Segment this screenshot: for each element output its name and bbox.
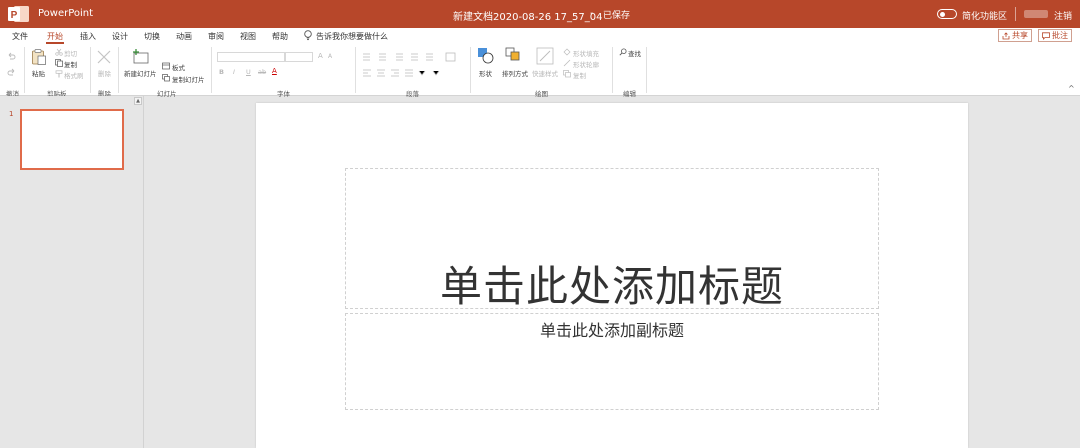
italic-button[interactable]: I [233, 68, 235, 76]
tab-help[interactable]: 帮助 [272, 31, 288, 42]
comments-label: 批注 [1052, 31, 1068, 40]
delete-icon[interactable] [97, 50, 111, 64]
ribbon-separator [355, 47, 356, 93]
simplified-ribbon-toggle[interactable] [937, 9, 957, 19]
ribbon: 撤消 粘贴 剪切 复制 格式刷 剪贴板 删除 删除 新建幻灯片 板式 复制幻灯片… [0, 44, 1080, 98]
shape-duplicate-label[interactable]: 复制 [573, 70, 586, 80]
shape-duplicate-icon[interactable] [563, 70, 571, 78]
tab-transitions[interactable]: 切换 [144, 31, 160, 42]
simplified-ribbon-label: 简化功能区 [962, 12, 1008, 22]
duplicate-slide-icon[interactable] [162, 74, 170, 82]
svg-text:P: P [11, 10, 18, 21]
titlebar-divider [1015, 7, 1016, 21]
app-name: PowerPoint [38, 8, 94, 19]
subtitle-placeholder[interactable]: 单击此处添加副标题 [345, 313, 879, 410]
menu-tabs: 文件 开始 插入 设计 切换 动画 审阅 视图 帮助 告诉我你想要做什么 共享 … [0, 28, 1080, 44]
ribbon-separator [646, 47, 647, 93]
cut-label[interactable]: 剪切 [64, 48, 77, 58]
tell-me-input[interactable]: 告诉我你想要做什么 [316, 31, 388, 42]
shape-outline-label[interactable]: 形状轮廓 [573, 59, 599, 69]
undo-icon[interactable] [7, 52, 16, 61]
ribbon-separator [470, 47, 471, 93]
format-painter-icon[interactable] [55, 70, 63, 78]
comment-icon [1042, 31, 1050, 40]
tab-design[interactable]: 设计 [112, 31, 128, 42]
drawing-group-label: 绘图 [535, 90, 548, 98]
share-icon [1002, 31, 1010, 39]
title-placeholder-text: 单击此处添加标题 [439, 262, 784, 311]
layout-icon[interactable] [162, 62, 170, 70]
tab-review[interactable]: 审阅 [208, 31, 224, 42]
slide-thumbnail[interactable] [20, 109, 124, 170]
underline-button[interactable]: U [246, 68, 251, 76]
font-group-label: 字体 [277, 90, 290, 98]
share-button[interactable]: 共享 [998, 29, 1032, 42]
document-title[interactable]: 新建文档2020-08-26 17_57_04 [453, 8, 602, 23]
font-color-button[interactable]: A [272, 67, 277, 75]
strikethrough-button[interactable]: ab [258, 68, 266, 76]
paragraph-group-label: 段落 [406, 90, 419, 98]
ribbon-separator [118, 47, 119, 93]
cut-icon[interactable] [55, 48, 63, 56]
editing-group-label: 编辑 [623, 90, 636, 98]
save-status: 已保存 [603, 11, 631, 21]
tab-file[interactable]: 文件 [12, 31, 28, 42]
title-separator: - [590, 8, 594, 19]
quick-styles-icon[interactable] [536, 47, 554, 65]
tab-home[interactable]: 开始 [47, 31, 63, 42]
arrange-label[interactable]: 排列方式 [502, 68, 528, 78]
powerpoint-logo-icon: P [8, 6, 29, 22]
tab-insert[interactable]: 插入 [80, 31, 96, 42]
ribbon-separator [90, 47, 91, 93]
new-slide-label[interactable]: 新建幻灯片 [124, 68, 157, 78]
format-painter-label[interactable]: 格式刷 [64, 70, 84, 80]
shape-outline-icon[interactable] [563, 59, 571, 67]
search-icon[interactable] [619, 48, 627, 56]
ribbon-separator [612, 47, 613, 93]
ribbon-separator [211, 47, 212, 93]
tab-animations[interactable]: 动画 [176, 31, 192, 42]
arrange-icon[interactable] [505, 47, 522, 64]
tab-view[interactable]: 视图 [240, 31, 256, 42]
paragraph-list-icons[interactable] [362, 52, 462, 62]
shrink-font-button[interactable]: A [328, 53, 332, 60]
thumbnail-scroll-up-button[interactable]: ▲ [134, 97, 142, 105]
lightbulb-icon [304, 30, 312, 41]
slides-group-label: 幻灯片 [157, 90, 177, 98]
duplicate-slide-label[interactable]: 复制幻灯片 [172, 74, 205, 84]
new-slide-icon[interactable] [132, 48, 150, 64]
copy-icon[interactable] [55, 59, 63, 67]
ribbon-separator [24, 47, 25, 93]
grow-font-button[interactable]: A [318, 52, 323, 60]
redo-icon[interactable] [7, 68, 16, 77]
paste-icon[interactable] [31, 48, 47, 66]
title-bar: P PowerPoint 新建文档2020-08-26 17_57_04 - 已… [0, 0, 1080, 28]
font-name-dropdown[interactable] [217, 52, 285, 62]
shapes-icon[interactable] [477, 47, 494, 64]
copy-label[interactable]: 复制 [64, 59, 77, 69]
collapse-ribbon-icon[interactable]: ^ [1068, 84, 1075, 93]
paste-label[interactable]: 粘贴 [32, 68, 45, 78]
bold-button[interactable]: B [219, 68, 224, 76]
shape-fill-label[interactable]: 形状填充 [573, 48, 599, 58]
font-size-dropdown[interactable] [285, 52, 313, 62]
share-label: 共享 [1012, 31, 1028, 40]
slide-number: 1 [9, 110, 14, 118]
user-name-redacted[interactable] [1024, 10, 1048, 18]
title-placeholder[interactable]: 单击此处添加标题 [345, 168, 879, 311]
comments-button[interactable]: 批注 [1038, 29, 1072, 42]
sign-out-link[interactable]: 注销 [1054, 9, 1072, 22]
shapes-label[interactable]: 形状 [479, 68, 492, 78]
delete-label[interactable]: 删除 [98, 68, 111, 78]
quick-styles-label[interactable]: 快速样式 [532, 68, 558, 78]
subtitle-placeholder-text: 单击此处添加副标题 [539, 321, 684, 340]
find-label[interactable]: 查找 [628, 48, 641, 58]
shape-fill-icon[interactable] [563, 48, 571, 56]
alignment-icons[interactable] [362, 68, 457, 78]
layout-label[interactable]: 板式 [172, 62, 185, 72]
